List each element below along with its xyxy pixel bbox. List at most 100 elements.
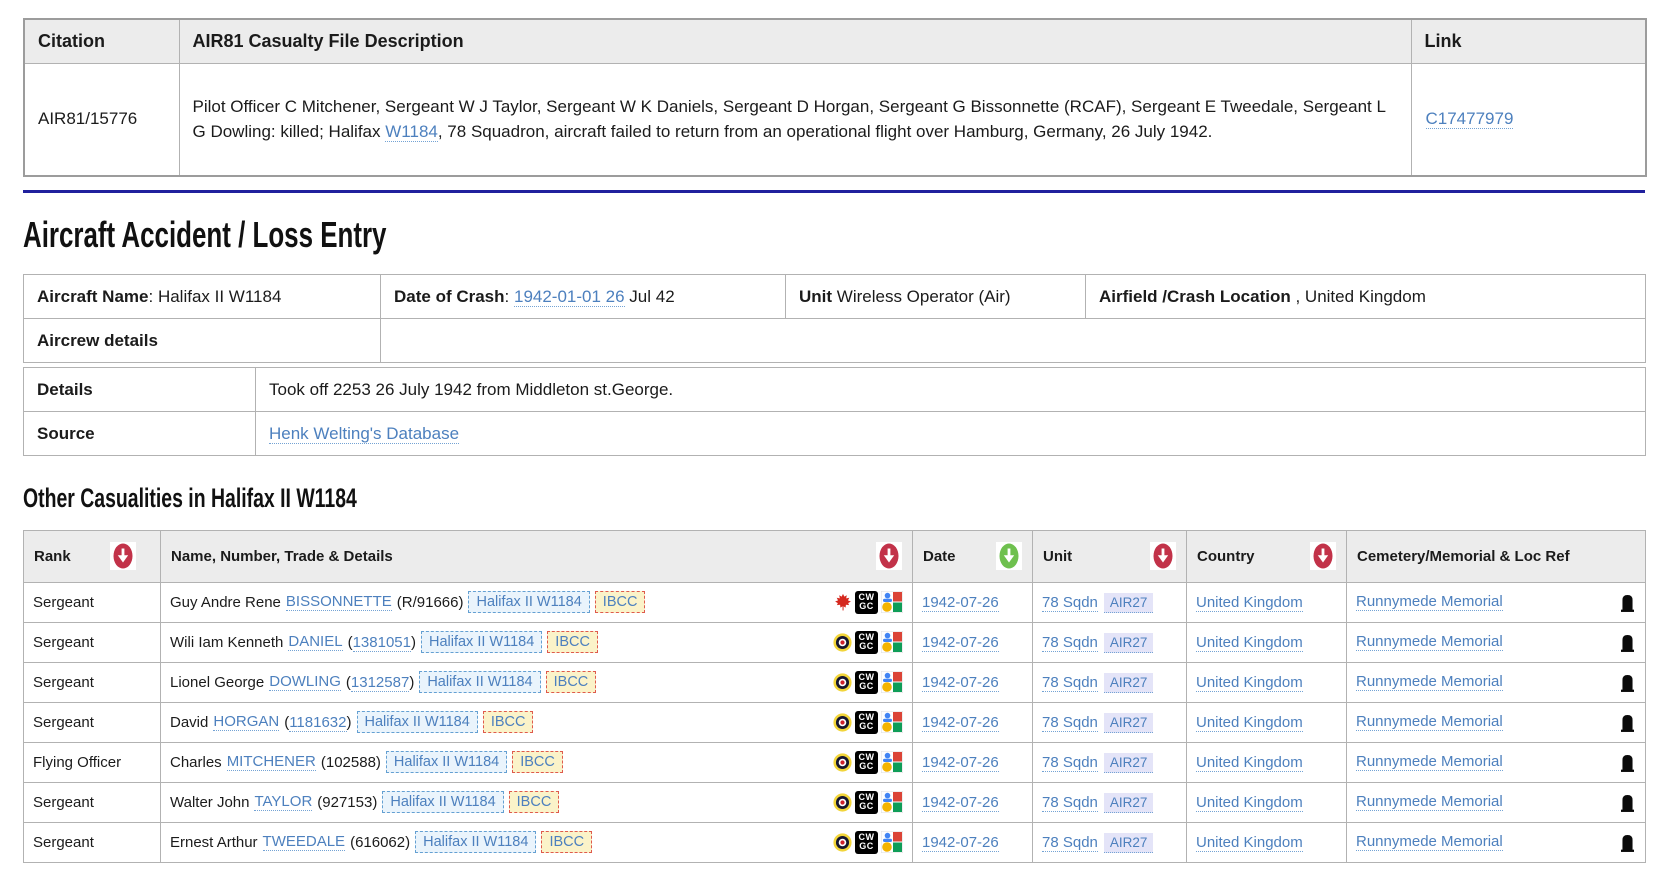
surname-link[interactable]: DANIEL: [288, 633, 342, 651]
date-of-crash-cell: Date of Crash: 1942-01-01 26 Jul 42: [381, 275, 786, 319]
ibcc-badge[interactable]: IBCC: [546, 671, 597, 693]
headstone-icon[interactable]: [1619, 672, 1636, 693]
date-link[interactable]: 1942-07-26: [922, 714, 999, 732]
ibcc-badge[interactable]: IBCC: [483, 711, 534, 733]
aircraft-badge[interactable]: Halifax II W1184: [421, 631, 542, 653]
unit-cell: Unit Wireless Operator (Air): [786, 275, 1086, 319]
air27-badge[interactable]: AIR27: [1104, 753, 1154, 773]
headstone-icon[interactable]: [1619, 632, 1636, 653]
date-link[interactable]: 1942-07-26: [922, 674, 999, 692]
accident-row-1: Aircraft Name: Halifax II W1184 Date of …: [24, 275, 1646, 319]
sort-unit-icon[interactable]: [1150, 542, 1176, 570]
country-link[interactable]: United Kingdom: [1196, 634, 1303, 652]
sort-date-icon[interactable]: [996, 542, 1022, 570]
unit-link[interactable]: 78 Sqdn: [1042, 834, 1098, 852]
google-icon[interactable]: [881, 711, 903, 733]
aircraft-badge[interactable]: Halifax II W1184: [415, 831, 536, 853]
google-icon[interactable]: [881, 831, 903, 853]
air27-badge[interactable]: AIR27: [1104, 593, 1154, 613]
surname-link[interactable]: BISSONNETTE: [286, 593, 392, 611]
country-link[interactable]: United Kingdom: [1196, 834, 1303, 852]
col-header-unit: Unit: [1033, 530, 1187, 582]
cemetery-link[interactable]: Runnymede Memorial: [1356, 593, 1503, 611]
cwgc-icon[interactable]: CWGC: [855, 631, 878, 654]
source-row: Source Henk Welting's Database: [24, 412, 1646, 456]
aircraft-badge[interactable]: Halifax II W1184: [357, 711, 478, 733]
google-icon[interactable]: [881, 631, 903, 653]
cemetery-link[interactable]: Runnymede Memorial: [1356, 713, 1503, 731]
rank-cell: Sergeant: [24, 702, 161, 742]
ibcc-badge[interactable]: IBCC: [547, 631, 598, 653]
unit-link[interactable]: 78 Sqdn: [1042, 594, 1098, 612]
cwgc-icon[interactable]: CWGC: [855, 671, 878, 694]
air27-badge[interactable]: AIR27: [1104, 713, 1154, 733]
air27-badge[interactable]: AIR27: [1104, 673, 1154, 693]
sort-rank-icon[interactable]: [110, 542, 136, 570]
date-link[interactable]: 1942-07-26: [922, 834, 999, 852]
surname-link[interactable]: MITCHENER: [227, 753, 316, 771]
aircraft-badge[interactable]: Halifax II W1184: [468, 591, 589, 613]
date-link[interactable]: 1942-07-26: [922, 594, 999, 612]
date-header-label: Date: [923, 548, 956, 565]
cemetery-link[interactable]: Runnymede Memorial: [1356, 753, 1503, 771]
surname-link[interactable]: TAYLOR: [254, 793, 312, 811]
air27-badge[interactable]: AIR27: [1104, 793, 1154, 813]
cemetery-link[interactable]: Runnymede Memorial: [1356, 633, 1503, 651]
rank-header-label: Rank: [34, 548, 71, 565]
cwgc-icon[interactable]: CWGC: [855, 831, 878, 854]
cemetery-link[interactable]: Runnymede Memorial: [1356, 793, 1503, 811]
headstone-icon[interactable]: [1619, 752, 1636, 773]
aircraft-badge[interactable]: Halifax II W1184: [419, 671, 540, 693]
country-link[interactable]: United Kingdom: [1196, 714, 1303, 732]
google-icon[interactable]: [881, 671, 903, 693]
surname-link[interactable]: HORGAN: [213, 713, 279, 731]
ibcc-badge[interactable]: IBCC: [595, 591, 646, 613]
cwgc-icon[interactable]: CWGC: [855, 791, 878, 814]
cemetery-link[interactable]: Runnymede Memorial: [1356, 833, 1503, 851]
row-icons: CWGC: [833, 751, 903, 774]
date-of-crash-link[interactable]: 1942-01-01 26: [514, 287, 625, 307]
description-text-after: , 78 Squadron, aircraft failed to return…: [438, 122, 1213, 141]
date-of-crash-label: Date of Crash: [394, 287, 505, 306]
date-link[interactable]: 1942-07-26: [922, 754, 999, 772]
surname-link[interactable]: TWEEDALE: [263, 833, 346, 851]
google-icon[interactable]: [881, 751, 903, 773]
headstone-icon[interactable]: [1619, 712, 1636, 733]
country-link[interactable]: United Kingdom: [1196, 794, 1303, 812]
source-link[interactable]: Henk Welting's Database: [269, 424, 459, 444]
date-link[interactable]: 1942-07-26: [922, 794, 999, 812]
aircraft-name-cell: Aircraft Name: Halifax II W1184: [24, 275, 381, 319]
cemetery-link[interactable]: Runnymede Memorial: [1356, 673, 1503, 691]
country-link[interactable]: United Kingdom: [1196, 594, 1303, 612]
air27-badge[interactable]: AIR27: [1104, 833, 1154, 853]
headstone-icon[interactable]: [1619, 832, 1636, 853]
unit-label: Unit: [799, 287, 832, 306]
google-icon[interactable]: [881, 591, 903, 613]
unit-link[interactable]: 78 Sqdn: [1042, 714, 1098, 732]
ibcc-badge[interactable]: IBCC: [541, 831, 592, 853]
unit-link[interactable]: 78 Sqdn: [1042, 634, 1098, 652]
cwgc-icon[interactable]: CWGC: [855, 591, 878, 614]
date-link[interactable]: 1942-07-26: [922, 634, 999, 652]
air27-badge[interactable]: AIR27: [1104, 633, 1154, 653]
google-icon[interactable]: [881, 791, 903, 813]
ibcc-badge[interactable]: IBCC: [509, 791, 560, 813]
ibcc-badge[interactable]: IBCC: [512, 751, 563, 773]
archive-record-link[interactable]: C17477979: [1426, 109, 1514, 129]
surname-link[interactable]: DOWLING: [269, 673, 341, 691]
country-link[interactable]: United Kingdom: [1196, 674, 1303, 692]
aircraft-badge[interactable]: Halifax II W1184: [382, 791, 503, 813]
country-link[interactable]: United Kingdom: [1196, 754, 1303, 772]
cwgc-icon[interactable]: CWGC: [855, 711, 878, 734]
headstone-icon[interactable]: [1619, 792, 1636, 813]
sort-country-icon[interactable]: [1310, 542, 1336, 570]
aircraft-serial-link[interactable]: W1184: [385, 122, 438, 142]
cwgc-icon[interactable]: CWGC: [855, 751, 878, 774]
citation-header-row: Citation AIR81 Casualty File Description…: [24, 19, 1646, 64]
sort-name-icon[interactable]: [876, 542, 902, 570]
aircraft-badge[interactable]: Halifax II W1184: [386, 751, 507, 773]
headstone-icon[interactable]: [1619, 592, 1636, 613]
unit-link[interactable]: 78 Sqdn: [1042, 754, 1098, 772]
unit-link[interactable]: 78 Sqdn: [1042, 794, 1098, 812]
unit-link[interactable]: 78 Sqdn: [1042, 674, 1098, 692]
